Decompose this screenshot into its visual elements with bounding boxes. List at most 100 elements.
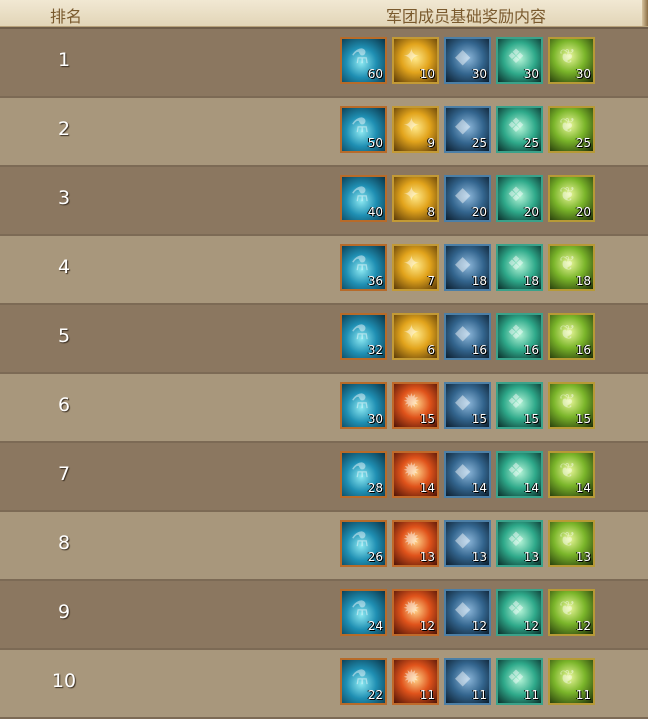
crystal-item-icon[interactable]: ❖ 16 bbox=[496, 313, 543, 360]
potion-item-icon[interactable]: ⚗ 40 bbox=[340, 175, 387, 222]
item-quantity: 11 bbox=[523, 688, 539, 702]
gold-glyph-icon: ✦ bbox=[403, 320, 420, 344]
item-quantity: 12 bbox=[575, 619, 591, 633]
stone-item-icon[interactable]: ◆ 18 bbox=[444, 244, 491, 291]
stone-item-icon[interactable]: ◆ 30 bbox=[444, 37, 491, 84]
potion-item-icon[interactable]: ⚗ 32 bbox=[340, 313, 387, 360]
herb-item-icon[interactable]: ❦ 12 bbox=[548, 589, 595, 636]
herb-item-icon[interactable]: ❦ 16 bbox=[548, 313, 595, 360]
stone-glyph-icon: ◆ bbox=[455, 527, 471, 551]
fire-item-icon[interactable]: ✹ 14 bbox=[392, 451, 439, 498]
item-quantity: 12 bbox=[471, 619, 487, 633]
stone-item-icon[interactable]: ◆ 12 bbox=[444, 589, 491, 636]
potion-item-icon[interactable]: ⚗ 36 bbox=[340, 244, 387, 291]
gold-item-icon[interactable]: ✦ 8 bbox=[392, 175, 439, 222]
crystal-glyph-icon: ❖ bbox=[507, 665, 525, 689]
item-quantity: 13 bbox=[523, 550, 539, 564]
potion-glyph-icon: ⚗ bbox=[351, 665, 369, 689]
stone-item-icon[interactable]: ◆ 11 bbox=[444, 658, 491, 705]
herb-item-icon[interactable]: ❦ 13 bbox=[548, 520, 595, 567]
fire-glyph-icon: ✹ bbox=[403, 389, 420, 413]
item-quantity: 30 bbox=[575, 67, 591, 81]
item-quantity: 26 bbox=[367, 550, 383, 564]
reward-row: 10 ⚗ 22 ✹ 11 ◆ 11 ❖ 11 ❦ 11 bbox=[0, 650, 648, 719]
potion-item-icon[interactable]: ⚗ 28 bbox=[340, 451, 387, 498]
rank-number: 5 bbox=[57, 325, 71, 347]
herb-item-icon[interactable]: ❦ 30 bbox=[548, 37, 595, 84]
fire-item-icon[interactable]: ✹ 12 bbox=[392, 589, 439, 636]
herb-item-icon[interactable]: ❦ 25 bbox=[548, 106, 595, 153]
herb-item-icon[interactable]: ❦ 14 bbox=[548, 451, 595, 498]
herb-glyph-icon: ❦ bbox=[559, 251, 576, 275]
item-quantity: 13 bbox=[471, 550, 487, 564]
item-quantity: 12 bbox=[419, 619, 435, 633]
stone-item-icon[interactable]: ◆ 20 bbox=[444, 175, 491, 222]
fire-glyph-icon: ✹ bbox=[403, 527, 420, 551]
reward-row: 6 ⚗ 30 ✹ 15 ◆ 15 ❖ 15 ❦ 15 bbox=[0, 374, 648, 443]
potion-item-icon[interactable]: ⚗ 60 bbox=[340, 37, 387, 84]
fire-item-icon[interactable]: ✹ 15 bbox=[392, 382, 439, 429]
crystal-item-icon[interactable]: ❖ 14 bbox=[496, 451, 543, 498]
fire-item-icon[interactable]: ✹ 11 bbox=[392, 658, 439, 705]
crystal-item-icon[interactable]: ❖ 30 bbox=[496, 37, 543, 84]
stone-item-icon[interactable]: ◆ 16 bbox=[444, 313, 491, 360]
crystal-glyph-icon: ❖ bbox=[507, 182, 525, 206]
crystal-item-icon[interactable]: ❖ 11 bbox=[496, 658, 543, 705]
rank-number: 8 bbox=[57, 532, 71, 554]
potion-item-icon[interactable]: ⚗ 30 bbox=[340, 382, 387, 429]
item-quantity: 8 bbox=[427, 205, 435, 219]
rank-number: 2 bbox=[57, 118, 71, 140]
stone-item-icon[interactable]: ◆ 13 bbox=[444, 520, 491, 567]
crystal-item-icon[interactable]: ❖ 18 bbox=[496, 244, 543, 291]
item-quantity: 12 bbox=[523, 619, 539, 633]
item-quantity: 15 bbox=[471, 412, 487, 426]
item-quantity: 25 bbox=[471, 136, 487, 150]
herb-item-icon[interactable]: ❦ 18 bbox=[548, 244, 595, 291]
reward-items: ⚗ 36 ✦ 7 ◆ 18 ❖ 18 ❦ 18 bbox=[340, 244, 595, 291]
rank-number: 7 bbox=[57, 463, 71, 485]
gold-item-icon[interactable]: ✦ 10 bbox=[392, 37, 439, 84]
reward-row: 5 ⚗ 32 ✦ 6 ◆ 16 ❖ 16 ❦ 16 bbox=[0, 305, 648, 374]
reward-row: 2 ⚗ 50 ✦ 9 ◆ 25 ❖ 25 ❦ 25 bbox=[0, 98, 648, 167]
gold-item-icon[interactable]: ✦ 9 bbox=[392, 106, 439, 153]
reward-items: ⚗ 30 ✹ 15 ◆ 15 ❖ 15 ❦ 15 bbox=[340, 382, 595, 429]
herb-item-icon[interactable]: ❦ 11 bbox=[548, 658, 595, 705]
gold-item-icon[interactable]: ✦ 7 bbox=[392, 244, 439, 291]
potion-item-icon[interactable]: ⚗ 26 bbox=[340, 520, 387, 567]
crystal-item-icon[interactable]: ❖ 13 bbox=[496, 520, 543, 567]
crystal-glyph-icon: ❖ bbox=[507, 320, 525, 344]
stone-item-icon[interactable]: ◆ 25 bbox=[444, 106, 491, 153]
crystal-item-icon[interactable]: ❖ 15 bbox=[496, 382, 543, 429]
item-quantity: 11 bbox=[419, 688, 435, 702]
herb-glyph-icon: ❦ bbox=[559, 320, 576, 344]
crystal-item-icon[interactable]: ❖ 20 bbox=[496, 175, 543, 222]
fire-item-icon[interactable]: ✹ 13 bbox=[392, 520, 439, 567]
item-quantity: 60 bbox=[367, 67, 383, 81]
stone-item-icon[interactable]: ◆ 14 bbox=[444, 451, 491, 498]
item-quantity: 24 bbox=[367, 619, 383, 633]
herb-item-icon[interactable]: ❦ 15 bbox=[548, 382, 595, 429]
herb-glyph-icon: ❦ bbox=[559, 458, 576, 482]
item-quantity: 30 bbox=[367, 412, 383, 426]
herb-glyph-icon: ❦ bbox=[559, 182, 576, 206]
herb-glyph-icon: ❦ bbox=[559, 389, 576, 413]
stone-item-icon[interactable]: ◆ 15 bbox=[444, 382, 491, 429]
gold-glyph-icon: ✦ bbox=[403, 251, 420, 275]
potion-glyph-icon: ⚗ bbox=[351, 320, 369, 344]
gold-item-icon[interactable]: ✦ 6 bbox=[392, 313, 439, 360]
reward-row: 9 ⚗ 24 ✹ 12 ◆ 12 ❖ 12 ❦ 12 bbox=[0, 581, 648, 650]
gold-glyph-icon: ✦ bbox=[403, 182, 420, 206]
crystal-item-icon[interactable]: ❖ 25 bbox=[496, 106, 543, 153]
gold-glyph-icon: ✦ bbox=[403, 113, 420, 137]
crystal-glyph-icon: ❖ bbox=[507, 596, 525, 620]
herb-item-icon[interactable]: ❦ 20 bbox=[548, 175, 595, 222]
item-quantity: 13 bbox=[575, 550, 591, 564]
reward-items: ⚗ 32 ✦ 6 ◆ 16 ❖ 16 ❦ 16 bbox=[340, 313, 595, 360]
rank-number: 3 bbox=[57, 187, 71, 209]
potion-item-icon[interactable]: ⚗ 50 bbox=[340, 106, 387, 153]
potion-item-icon[interactable]: ⚗ 24 bbox=[340, 589, 387, 636]
crystal-item-icon[interactable]: ❖ 12 bbox=[496, 589, 543, 636]
stone-glyph-icon: ◆ bbox=[455, 182, 471, 206]
herb-glyph-icon: ❦ bbox=[559, 113, 576, 137]
potion-item-icon[interactable]: ⚗ 22 bbox=[340, 658, 387, 705]
